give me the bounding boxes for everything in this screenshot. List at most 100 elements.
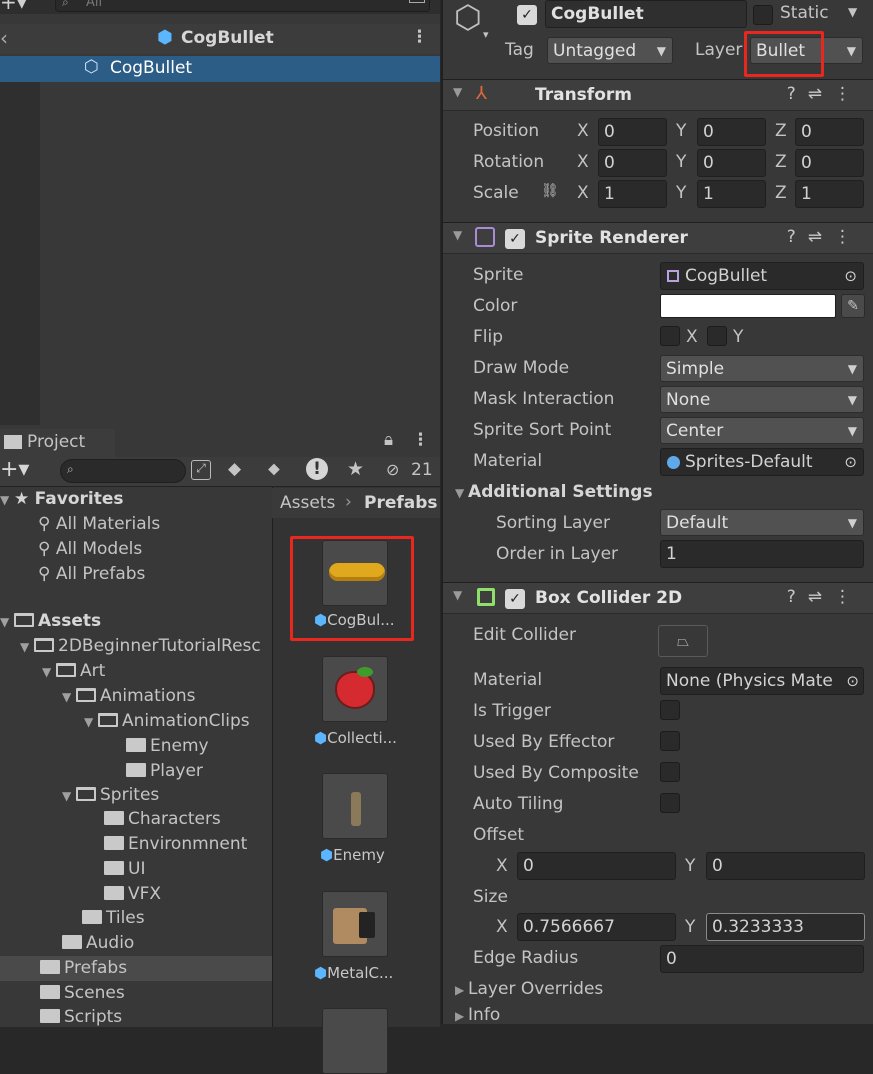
offset-y-field[interactable]: 0 (706, 852, 865, 880)
asset-thumbnail-metalcube[interactable] (322, 891, 388, 957)
used-by-composite-checkbox[interactable] (660, 762, 680, 782)
draw-mode-dropdown[interactable]: Simple ▼ (660, 355, 864, 382)
auto-tiling-checkbox[interactable] (660, 793, 680, 813)
sprite-object-field[interactable]: CogBullet ⊙ (660, 262, 864, 290)
asset-thumbnail[interactable] (322, 1008, 388, 1074)
size-y-field[interactable]: 0.3233333 (706, 913, 865, 941)
color-swatch[interactable] (660, 294, 836, 318)
tree-item[interactable]: Tiles (82, 908, 145, 928)
object-picker-icon[interactable]: ⊙ (844, 263, 857, 289)
scale-z-field[interactable]: 1 (795, 180, 864, 208)
tree-item[interactable]: Environmnent (104, 834, 247, 854)
gameobject-cube-icon[interactable]: ⬡ (454, 0, 482, 36)
lock-icon[interactable]: 🔒︎ (384, 430, 393, 450)
object-picker-icon[interactable]: ⊙ (846, 668, 859, 694)
object-picker-icon[interactable]: ⊙ (844, 449, 857, 475)
add-icon[interactable]: +▾ (0, 0, 27, 14)
tab-project[interactable]: Project (0, 427, 115, 457)
flip-y-checkbox[interactable] (707, 326, 727, 346)
enabled-checkbox[interactable]: ✓ (505, 589, 525, 609)
tree-item-prefabs[interactable]: Prefabs (40, 958, 127, 978)
sprite-renderer-header[interactable]: ▼ ✓ Sprite Renderer ?⇌⋮ (443, 222, 873, 254)
breadcrumb-assets[interactable]: Assets (280, 493, 335, 513)
warning-icon[interactable]: ! (306, 458, 328, 480)
asset-thumbnail-collectible[interactable] (322, 656, 388, 722)
object-name-field[interactable]: CogBullet (545, 0, 747, 28)
tree-item[interactable]: ▼ AnimationClips (84, 711, 250, 731)
favorite-item[interactable]: ⚲ All Models (38, 539, 142, 559)
tree-item[interactable]: ▼ 2DBeginnerTutorialResc (20, 636, 261, 656)
label-tag-icon[interactable]: ⬥ (268, 459, 280, 479)
material-object-field[interactable]: Sprites-Default ⊙ (660, 448, 864, 476)
edit-collider-button[interactable]: ⏢ (658, 625, 708, 657)
mask-interaction-dropdown[interactable]: None ▼ (660, 386, 864, 413)
project-more-menu-icon[interactable]: ⋮ (412, 430, 429, 450)
offset-x-field[interactable]: 0 (517, 852, 676, 880)
search-by-type-icon[interactable]: ⤢ (191, 460, 211, 480)
position-x-field[interactable]: 0 (598, 118, 667, 146)
eyedropper-icon[interactable]: ✎ (841, 294, 865, 318)
used-by-effector-checkbox[interactable] (660, 731, 680, 751)
position-z-field[interactable]: 0 (795, 118, 864, 146)
hierarchy-search-input[interactable]: ⌕ All (55, 0, 430, 12)
constrain-link-icon[interactable]: ⛓︎ (541, 183, 559, 199)
physics-material-field[interactable]: None (Physics Mate ⊙ (660, 667, 864, 695)
favorites-header[interactable]: ▼ ★ Favorites (0, 489, 124, 509)
rotation-z-field[interactable]: 0 (795, 149, 864, 177)
size-x-field[interactable]: 0.7566667 (517, 913, 676, 941)
active-checkbox[interactable]: ✓ (517, 5, 537, 25)
tree-item[interactable]: Player (126, 761, 203, 781)
tree-item[interactable]: ▼ Animations (62, 686, 196, 706)
order-in-layer-field[interactable]: 1 (660, 540, 864, 568)
rotation-x-field[interactable]: 0 (598, 149, 667, 177)
tree-item[interactable]: Enemy (126, 736, 209, 756)
tree-item[interactable]: ▼ Art (42, 661, 105, 681)
tree-item[interactable]: Characters (104, 809, 221, 829)
hierarchy-item-selected[interactable]: ⬡ CogBullet (0, 56, 440, 82)
sorting-layer-dropdown[interactable]: Default ▼ (660, 509, 864, 536)
flip-x-checkbox[interactable] (660, 326, 680, 346)
static-dropdown-icon[interactable]: ▼ (848, 5, 857, 19)
favorite-star-icon[interactable]: ★ (347, 458, 364, 480)
component-header-icons[interactable]: ?⇌⋮ (787, 227, 863, 247)
breadcrumb-prefabs[interactable]: Prefabs (364, 493, 438, 513)
enabled-checkbox[interactable]: ✓ (505, 229, 525, 249)
scale-y-field[interactable]: 1 (697, 180, 766, 208)
favorite-item[interactable]: ⚲ All Materials (38, 514, 160, 534)
foldout-arrow-icon[interactable]: ▼ (453, 588, 462, 602)
favorite-item[interactable]: ⚲ All Prefabs (38, 564, 145, 584)
rotation-y-field[interactable]: 0 (697, 149, 766, 177)
tree-item[interactable]: UI (104, 859, 145, 879)
tree-item[interactable]: VFX (104, 884, 161, 904)
shapes-filter-icon[interactable]: ◆ (228, 459, 241, 479)
box-collider-header[interactable]: ▼ ✓ Box Collider 2D ?⇌⋮ (443, 582, 873, 614)
sort-point-dropdown[interactable]: Center ▼ (660, 417, 864, 444)
tree-item[interactable]: Audio (62, 933, 134, 953)
tree-item-assets[interactable]: ▼ Assets (0, 611, 101, 631)
component-header-icons[interactable]: ?⇌⋮ (787, 84, 863, 104)
tag-dropdown[interactable]: Untagged ▼ (547, 37, 673, 64)
component-header-icons[interactable]: ?⇌⋮ (787, 587, 863, 607)
scale-x-field[interactable]: 1 (598, 180, 667, 208)
layer-overrides-foldout[interactable]: ▶ Layer Overrides (455, 979, 603, 999)
back-chevron-icon[interactable]: ‹ (0, 26, 8, 50)
scene-filter-icon[interactable] (409, 0, 425, 3)
hidden-eye-icon[interactable]: ⊘ (386, 460, 399, 479)
tree-item[interactable]: Scripts (40, 1007, 122, 1027)
position-y-field[interactable]: 0 (697, 118, 766, 146)
foldout-arrow-icon[interactable]: ▼ (453, 85, 462, 99)
more-menu-icon[interactable]: ⋮ (411, 27, 428, 47)
create-icon[interactable]: +▾ (0, 457, 29, 482)
info-foldout[interactable]: ▶ Info (455, 1005, 500, 1025)
edge-radius-field[interactable]: 0 (660, 945, 864, 973)
is-trigger-checkbox[interactable] (660, 700, 680, 720)
tree-item[interactable]: Scenes (40, 983, 125, 1003)
foldout-arrow-icon[interactable]: ▼ (453, 228, 462, 242)
axis-y-label: Y (676, 152, 687, 172)
asset-thumbnail-enemy[interactable] (322, 773, 388, 839)
tree-item[interactable]: ▼ Sprites (62, 785, 159, 805)
project-search-input[interactable]: ⌕ (60, 459, 186, 483)
static-checkbox[interactable] (753, 5, 773, 25)
additional-settings-foldout[interactable]: ▼ Additional Settings (455, 482, 653, 502)
transform-header[interactable]: ▼ ⅄ Transform ?⇌⋮ (443, 79, 873, 111)
